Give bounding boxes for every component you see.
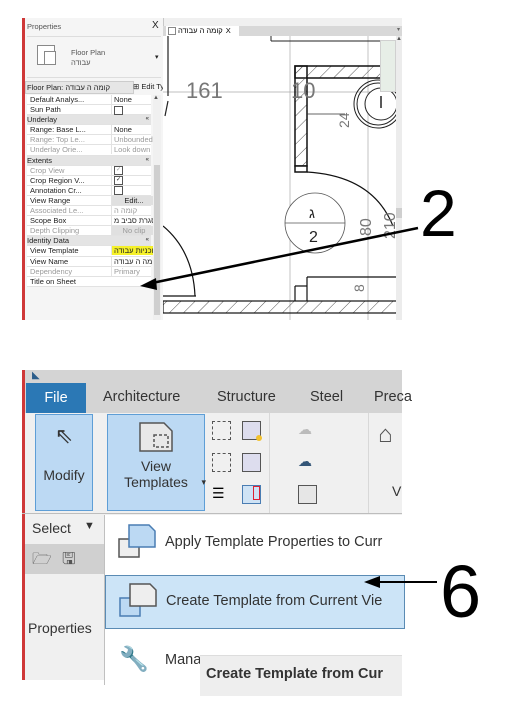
tooltip-text: Create Template from Cur	[206, 666, 383, 682]
render-icon[interactable]: ☁	[298, 421, 315, 438]
3d-view-icon[interactable]: ⌂	[378, 421, 393, 449]
select-dropdown[interactable]: Select ▼	[22, 514, 106, 544]
apply-template-label: Apply Template Properties to Curr	[165, 534, 383, 550]
lines-icon[interactable]: ☰	[212, 485, 229, 502]
modify-label: Modify	[43, 467, 85, 483]
ribbon-tabs: File Architecture Structure Steel Preca	[22, 383, 412, 413]
quick-access-toolbar: ◣	[22, 370, 402, 383]
properties-label: Properties	[28, 620, 92, 636]
callout-number-6: 6	[440, 550, 482, 633]
arrowhead	[364, 576, 380, 588]
view-icon-2[interactable]	[242, 421, 262, 441]
tab-steel[interactable]: Steel	[310, 389, 343, 405]
render-cloud-icon[interactable]: ☁	[298, 453, 315, 470]
modify-button[interactable]: ⇖ Modify	[35, 414, 93, 511]
chevron-down-icon: ▼	[84, 520, 95, 532]
view-icon-3[interactable]	[242, 453, 261, 472]
partial-button-label: V	[392, 483, 402, 499]
tooltip: Create Template from Cur	[200, 655, 402, 696]
render-gallery-icon[interactable]	[298, 485, 317, 504]
wrench-icon: 🔧	[119, 646, 149, 673]
arrowhead	[140, 278, 157, 290]
ribbon-panel: ⇖ Modify View Templates ▾ ☰ ☁ ☁ ⌂ V	[22, 413, 402, 514]
view-templates-label-2: Templates	[124, 474, 188, 490]
view-templates-label-1: View	[140, 458, 172, 474]
select-label: Select	[32, 520, 71, 536]
view-template-icon	[139, 422, 173, 452]
callout-arrow-2	[140, 226, 419, 290]
tab-precast[interactable]: Preca	[374, 389, 412, 405]
cursor-arrow-icon: ⇖	[54, 423, 74, 448]
filter-icon[interactable]	[212, 453, 231, 472]
callout-number-2: 2	[420, 176, 457, 250]
dropdown-arrow-icon[interactable]: ▾	[201, 477, 206, 488]
apply-template-icon	[118, 524, 156, 558]
tab-file[interactable]: File	[26, 383, 86, 413]
tab-architecture[interactable]: Architecture	[103, 389, 180, 405]
tab-structure[interactable]: Structure	[217, 389, 276, 405]
view-icon-1[interactable]	[212, 421, 231, 440]
properties-panel-title: Properties	[22, 620, 106, 680]
manage-templates-label: Mana	[165, 652, 202, 668]
revit-logo-icon: ◣	[32, 370, 40, 381]
view-templates-button[interactable]: View Templates ▾	[107, 414, 206, 511]
thin-lines-icon[interactable]	[242, 485, 261, 504]
